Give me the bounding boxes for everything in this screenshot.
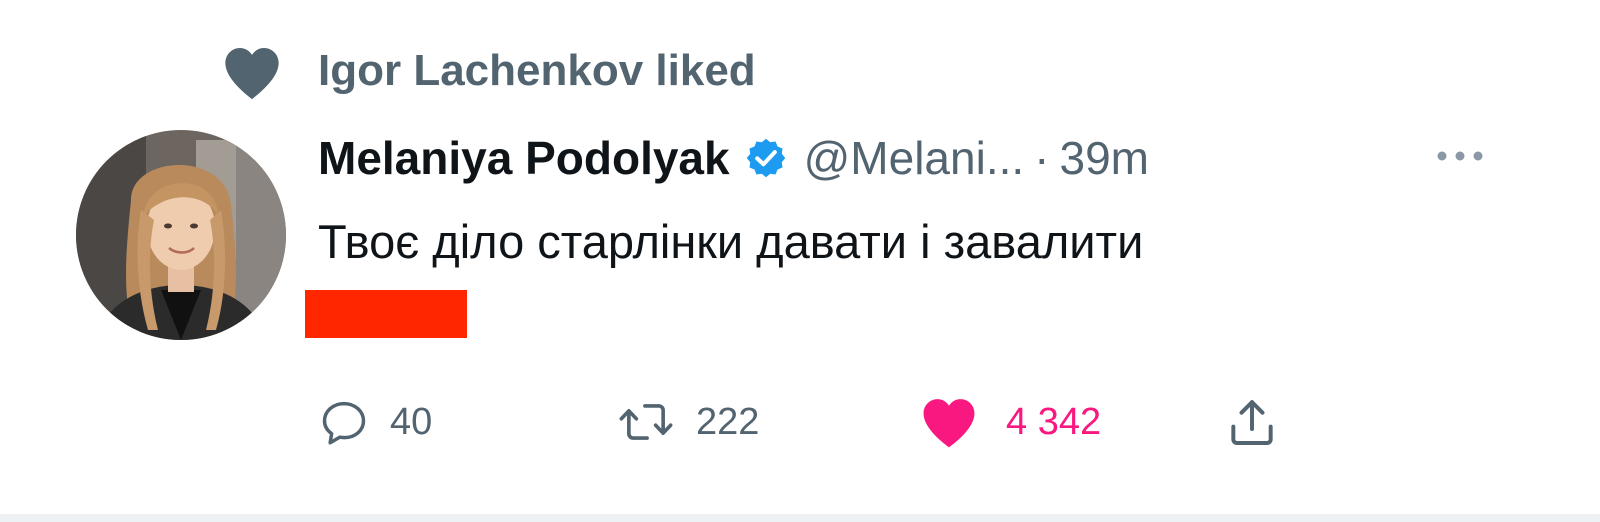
tweet-card[interactable]: Igor Lachenkov liked Melaniya Podolyak @… [0,0,1600,518]
author-display-name[interactable]: Melaniya Podolyak [318,131,730,185]
social-context-label[interactable]: Igor Lachenkov liked [318,46,756,96]
author-handle[interactable]: @Melani... [804,131,1025,185]
verified-badge-icon [746,138,785,178]
tweet-header: Melaniya Podolyak @Melani... · 39m [318,128,1149,188]
avatar[interactable] [76,130,286,340]
more-options-icon[interactable] [1430,138,1490,174]
heart-filled-icon [923,399,975,448]
reply-count: 40 [390,400,433,443]
retweet-icon [619,404,673,440]
divider [0,514,1600,522]
like-button[interactable]: 4 342 [918,392,1101,452]
retweet-button[interactable]: 222 [616,392,759,452]
tweet-text: Твоє діло старлінки давати і завалити [318,215,1144,268]
retweet-count: 222 [696,400,760,443]
separator-dot: · [1034,132,1050,184]
reply-button[interactable]: 40 [318,392,432,452]
share-icon [1231,400,1273,445]
tweet-timestamp[interactable]: 39m [1059,131,1148,185]
reply-icon [322,401,366,445]
heart-icon [225,48,279,100]
redaction-block [305,290,467,338]
share-button[interactable] [1222,392,1282,452]
like-count: 4 342 [1006,400,1102,443]
